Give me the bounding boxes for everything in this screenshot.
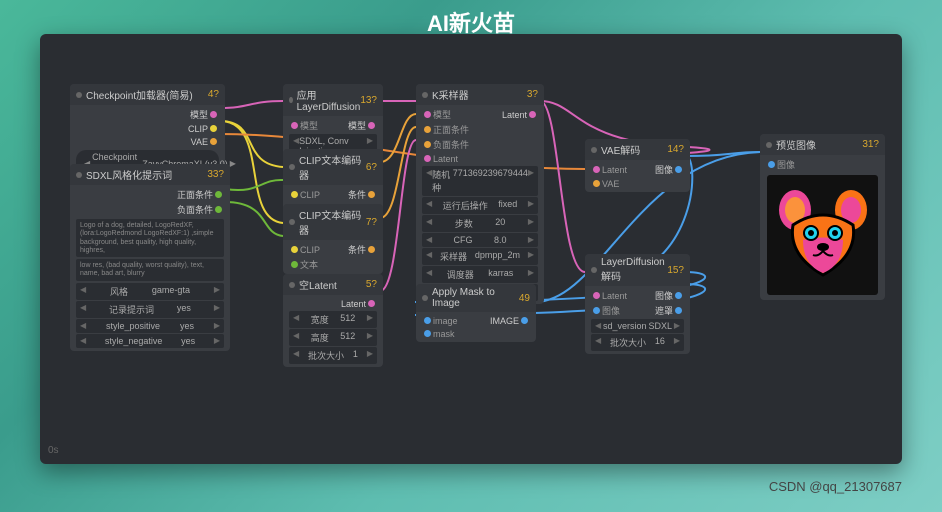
page-title: AI新火苗 bbox=[427, 6, 515, 38]
node-sdxl-prompt[interactable]: SDXL风格化提示词33? 正面条件 负面条件 Logo of a dog, d… bbox=[70, 164, 230, 351]
node-graph-canvas[interactable]: Checkpoint加载器(简易)4? 模型 CLIP VAE ◀Checkpo… bbox=[40, 34, 902, 464]
node-empty-latent[interactable]: 空Latent5? Latent ◀宽度512▶ ◀高度512▶ ◀批次大小1▶ bbox=[283, 274, 383, 367]
node-ksampler[interactable]: K采样器3? 模型Latent 正面条件 负面条件 Latent ◀随机种771… bbox=[416, 84, 544, 304]
preview-output-image bbox=[767, 175, 878, 295]
style-selector[interactable]: ◀风格game-gta▶ bbox=[76, 283, 224, 300]
node-layer-diffusion-decode[interactable]: LayerDiffusion解码15? Latent图像 图像遮罩 ◀sd_ve… bbox=[585, 254, 690, 354]
node-apply-mask[interactable]: Apply Mask to Image49 imageIMAGE mask bbox=[416, 284, 536, 342]
node-vae-decode[interactable]: VAE解码14? Latent图像 VAE bbox=[585, 139, 690, 192]
watermark: CSDN @qq_21307687 bbox=[769, 479, 902, 494]
negative-prompt-input[interactable]: low res, (bad quality, worst quality), t… bbox=[76, 259, 224, 281]
node-preview-image[interactable]: 预览图像31? 图像 bbox=[760, 134, 885, 300]
positive-prompt-input[interactable]: Logo of a dog, detailed, LogoRedXF, (lor… bbox=[76, 219, 224, 257]
node-clip-encoder-2[interactable]: CLIP文本编码器7? CLIP条件 文本 bbox=[283, 204, 383, 274]
timer-display: 0s bbox=[48, 445, 59, 456]
